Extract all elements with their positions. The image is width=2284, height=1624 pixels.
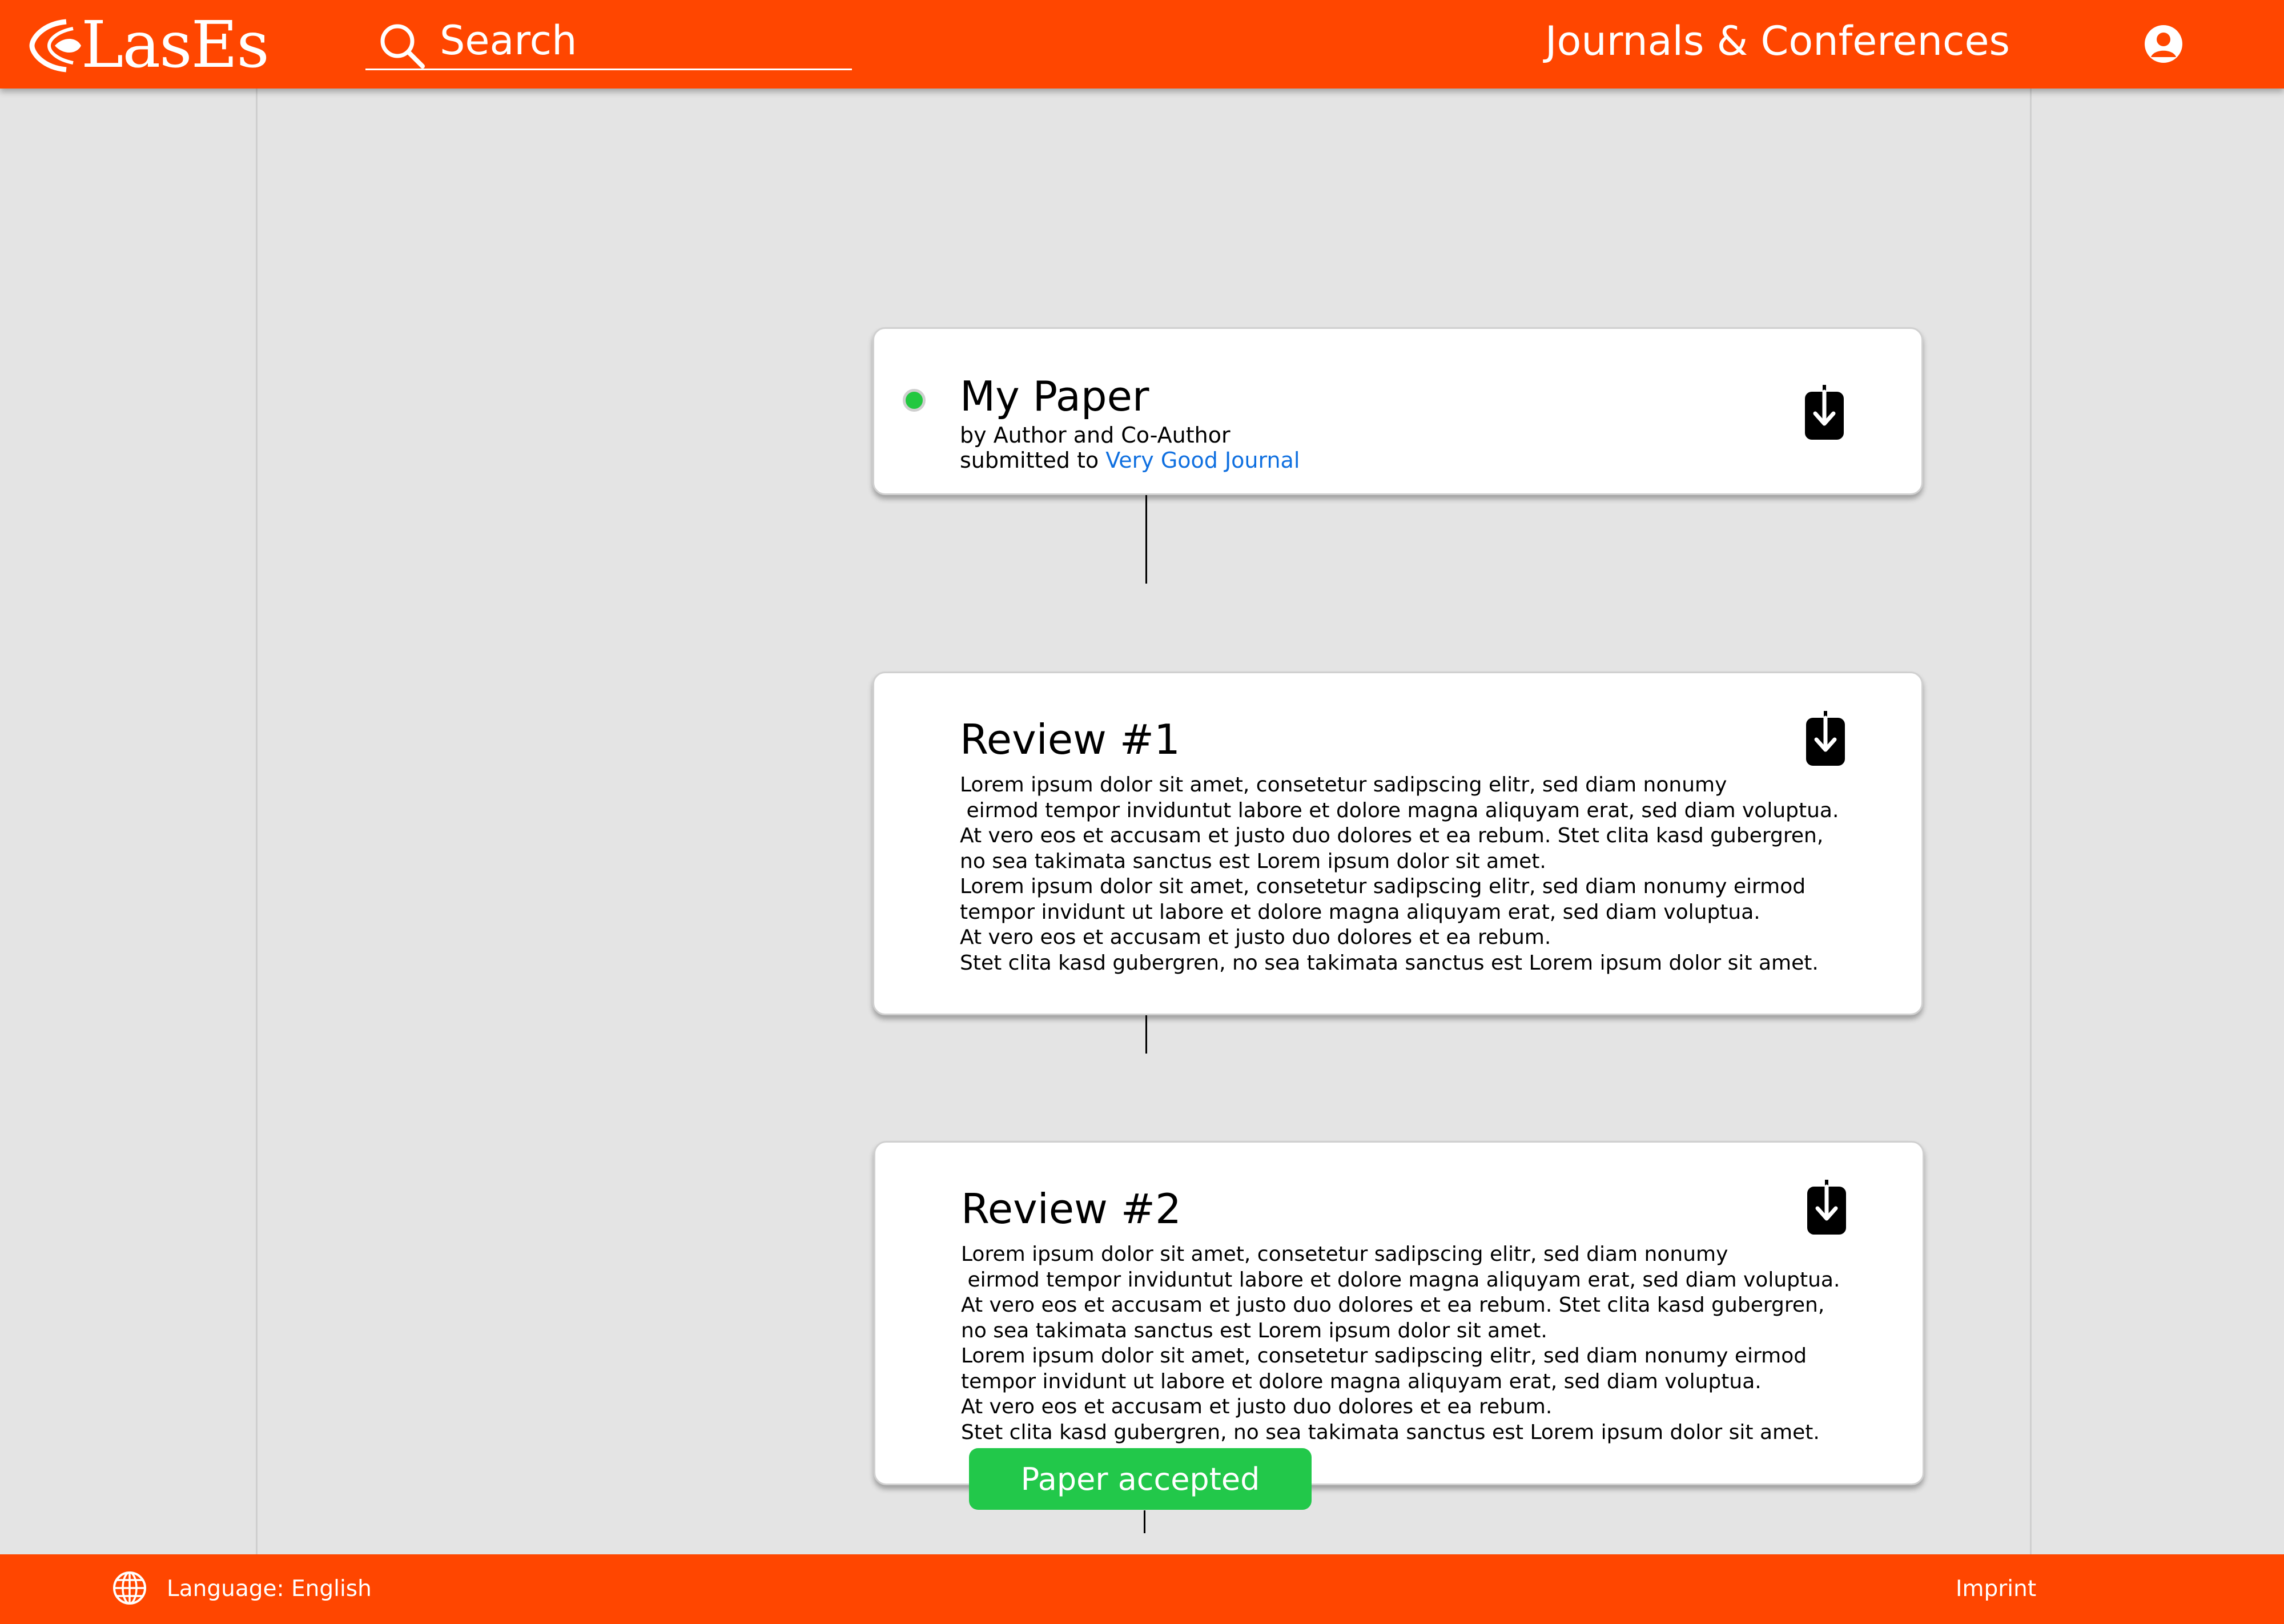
paper-authors: by Author and Co-Author (960, 423, 1231, 448)
user-profile-icon[interactable] (2144, 24, 2184, 64)
paper-title: My Paper (960, 372, 1149, 420)
content-column: My Paper by Author and Co-Author submitt… (256, 89, 2032, 1554)
logo[interactable]: LasEs (29, 8, 270, 82)
language-selector[interactable]: Language: English (167, 1576, 372, 1602)
download-icon[interactable] (1804, 710, 1847, 768)
paper-submission: submitted to Very Good Journal (960, 448, 1300, 474)
search-input[interactable] (439, 18, 841, 63)
download-icon[interactable] (1803, 384, 1845, 442)
review-title: Review #1 (960, 715, 1180, 763)
footer: Language: English Imprint (0, 1554, 2284, 1624)
review-text: Lorem ipsum dolor sit amet, consetetur s… (960, 773, 1839, 975)
review-title: Review #2 (961, 1185, 1181, 1233)
status-badge: Paper accepted (969, 1448, 1312, 1510)
search-box (365, 16, 852, 70)
timeline-connector (1144, 1510, 1145, 1533)
paper-card: My Paper by Author and Co-Author submitt… (872, 327, 1923, 495)
journals-conferences-link[interactable]: Journals & Conferences (1545, 19, 2010, 63)
top-bar: LasEs Journals & Conferences (0, 0, 2284, 89)
logo-text: LasEs (81, 8, 270, 82)
globe-icon[interactable] (112, 1570, 147, 1606)
eye-logo-icon (29, 14, 86, 77)
paper-status-indicator (903, 389, 926, 412)
download-icon[interactable] (1806, 1179, 1848, 1237)
review-text: Lorem ipsum dolor sit amet, consetetur s… (961, 1243, 1840, 1444)
review-card: Review #1 Lorem ipsum dolor sit amet, co… (872, 672, 1923, 1015)
review-card: Review #2 Lorem ipsum dolor sit amet, co… (874, 1141, 1924, 1485)
imprint-link[interactable]: Imprint (1956, 1576, 2036, 1602)
journal-link[interactable]: Very Good Journal (1105, 448, 1300, 473)
submitted-to-label: submitted to (960, 448, 1099, 473)
